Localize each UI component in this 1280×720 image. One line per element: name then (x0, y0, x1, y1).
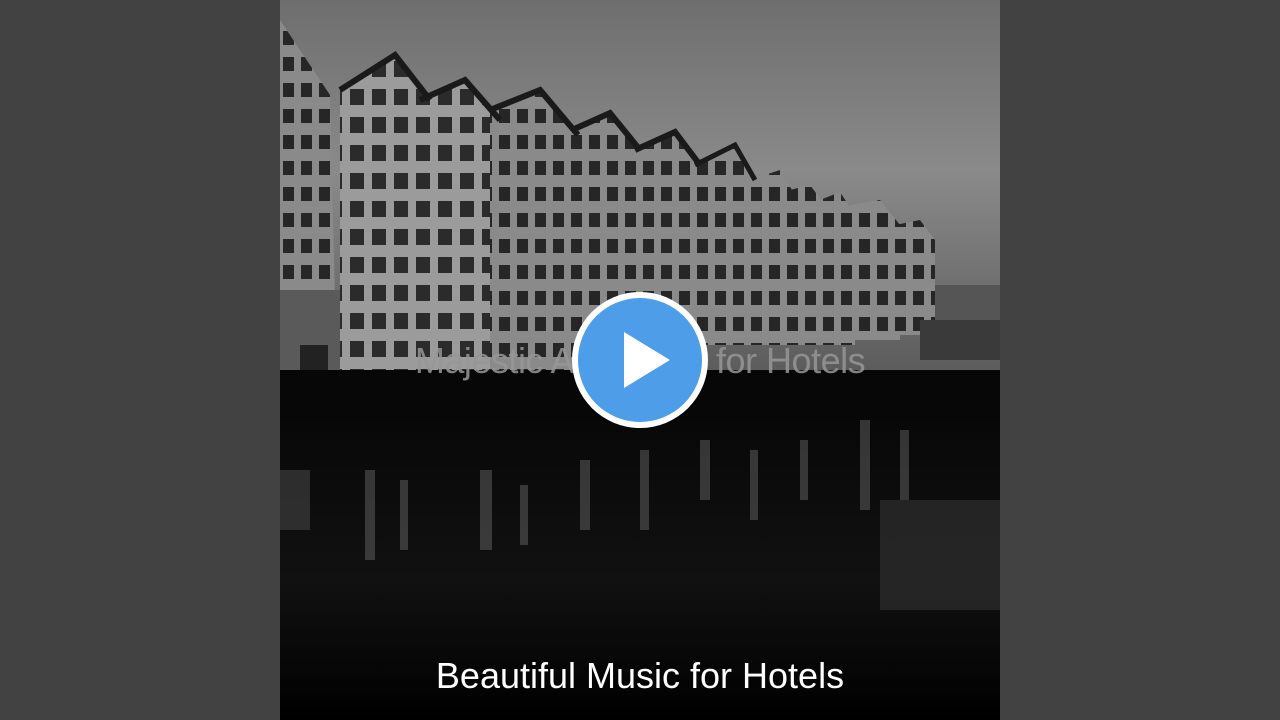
play-icon (572, 292, 708, 428)
video-player[interactable]: Majestic Ambience for Hotels Beautiful M… (0, 0, 1280, 720)
pillarbox-left (0, 0, 280, 720)
pillarbox-right (1000, 0, 1280, 720)
artist-caption: Beautiful Music for Hotels (435, 655, 845, 696)
play-button[interactable] (568, 288, 712, 432)
